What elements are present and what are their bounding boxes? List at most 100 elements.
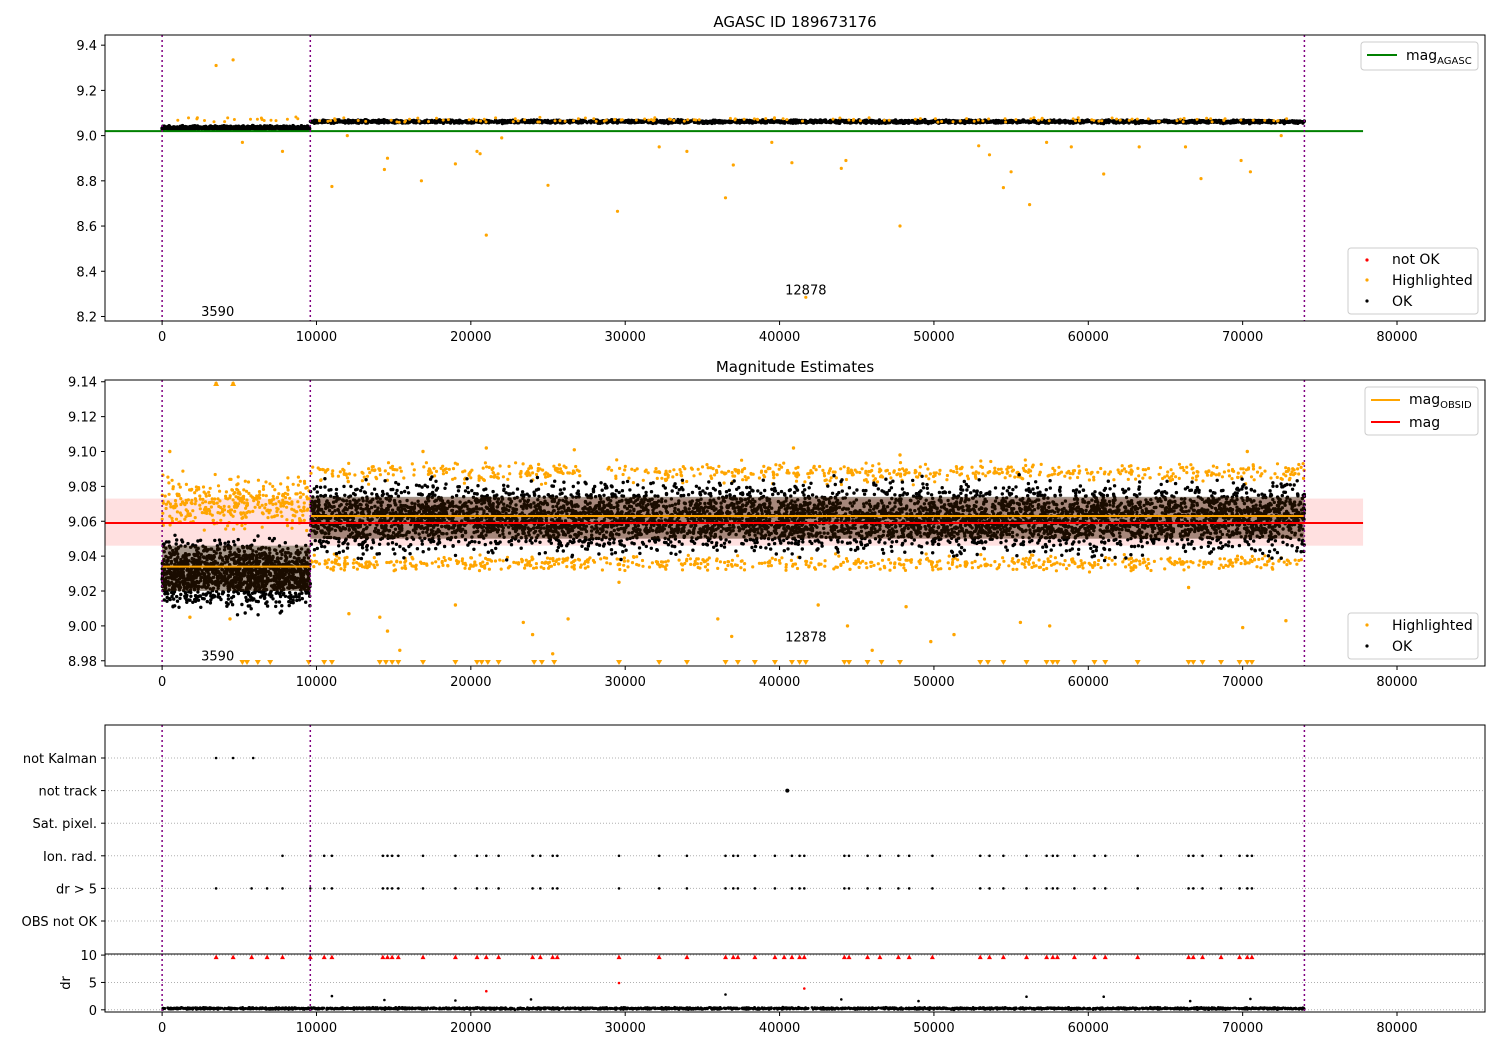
highlighted-point — [287, 501, 291, 506]
highlighted-point — [952, 470, 956, 474]
highlighted-point — [389, 118, 393, 122]
highlighted-point — [1296, 467, 1300, 471]
highlighted-point — [864, 461, 868, 465]
highlighted-point — [427, 120, 430, 123]
highlighted-point — [241, 495, 245, 499]
highlighted-point — [1263, 118, 1267, 122]
ok-point — [1021, 118, 1025, 122]
highlighted-point — [889, 476, 893, 480]
highlighted-point — [1272, 119, 1276, 123]
highlighted-point — [877, 462, 881, 466]
highlighted-point — [1249, 475, 1254, 479]
highlighted-point — [1247, 466, 1251, 470]
highlighted-point — [244, 489, 249, 493]
highlighted-point — [1031, 561, 1035, 565]
highlighted-point — [1137, 474, 1141, 478]
highlighted-point — [955, 467, 959, 471]
highlighted-point — [1006, 465, 1010, 469]
highlighted-point — [1178, 117, 1182, 121]
ok-point — [1247, 120, 1252, 125]
highlighted-point — [554, 468, 558, 472]
highlighted-point — [292, 508, 296, 512]
ok-point — [705, 119, 710, 124]
highlighted-point — [742, 568, 747, 572]
highlighted-point — [838, 116, 842, 120]
highlighted-point — [1036, 118, 1040, 122]
highlighted-point — [844, 158, 848, 163]
highlighted-point — [255, 497, 259, 501]
highlighted-point — [402, 476, 406, 480]
highlighted-point — [964, 564, 968, 569]
highlighted-point — [1252, 478, 1256, 482]
highlighted-point — [353, 473, 357, 477]
highlighted-point — [854, 561, 858, 565]
highlighted-point — [374, 475, 378, 479]
highlighted-point — [1158, 466, 1163, 470]
highlighted-point — [599, 557, 603, 561]
highlighted-point — [1023, 458, 1027, 462]
highlighted-point — [1099, 466, 1103, 471]
highlighted-point — [647, 565, 652, 569]
highlighted-point — [1178, 557, 1182, 561]
highlighted-point — [970, 465, 974, 469]
highlighted-point — [367, 467, 371, 471]
highlighted-point — [403, 560, 407, 564]
highlighted-point — [1191, 471, 1196, 475]
highlighted-point — [1191, 476, 1195, 480]
highlighted-point — [302, 479, 307, 483]
ok-point — [579, 119, 584, 124]
highlighted-point — [898, 224, 902, 228]
highlighted-point — [330, 560, 334, 564]
highlighted-point — [672, 468, 676, 472]
highlighted-point — [630, 467, 634, 471]
highlighted-point — [298, 491, 302, 495]
highlighted-point — [879, 474, 884, 478]
ok-point — [640, 120, 644, 125]
highlighted-point — [751, 472, 755, 476]
highlighted-point — [715, 557, 719, 561]
highlighted-point — [1053, 562, 1057, 566]
highlighted-point — [268, 482, 272, 486]
ok-point — [710, 120, 715, 125]
highlighted-point — [279, 482, 283, 486]
highlighted-point — [1220, 475, 1224, 479]
highlighted-point — [290, 502, 294, 506]
ok-point — [817, 120, 822, 125]
highlighted-point — [1023, 565, 1027, 569]
ok-point — [772, 119, 777, 124]
highlighted-point — [471, 117, 475, 121]
ok-point — [190, 125, 194, 129]
highlighted-point — [495, 475, 499, 479]
highlighted-point — [356, 119, 360, 122]
highlighted-point — [1129, 472, 1133, 476]
highlighted-point — [437, 565, 441, 569]
highlighted-point — [1242, 471, 1246, 475]
ok-point — [549, 119, 554, 123]
highlighted-point — [395, 560, 399, 564]
highlighted-point — [1297, 558, 1301, 563]
highlighted-point — [930, 565, 935, 569]
ok-point — [1291, 119, 1295, 123]
highlighted-point — [727, 469, 731, 473]
ok-point — [813, 118, 818, 122]
highlighted-point — [965, 117, 969, 121]
highlighted-point — [209, 505, 213, 509]
ok-point — [864, 118, 869, 122]
highlighted-point — [692, 118, 696, 122]
highlighted-point — [1210, 120, 1214, 124]
ok-point — [1145, 120, 1149, 124]
highlighted-point — [169, 505, 173, 509]
highlighted-point — [1211, 464, 1215, 468]
highlighted-point — [294, 492, 298, 496]
highlighted-point — [1065, 471, 1069, 475]
highlighted-point — [316, 466, 320, 470]
highlighted-point — [255, 494, 259, 498]
highlighted-point — [989, 563, 993, 568]
highlighted-point — [485, 561, 489, 566]
highlighted-point — [355, 567, 359, 571]
ok-point — [1039, 120, 1043, 124]
highlighted-point — [1284, 466, 1288, 470]
highlighted-point — [167, 481, 171, 485]
highlighted-point — [1074, 119, 1077, 123]
highlighted-point — [439, 466, 443, 470]
